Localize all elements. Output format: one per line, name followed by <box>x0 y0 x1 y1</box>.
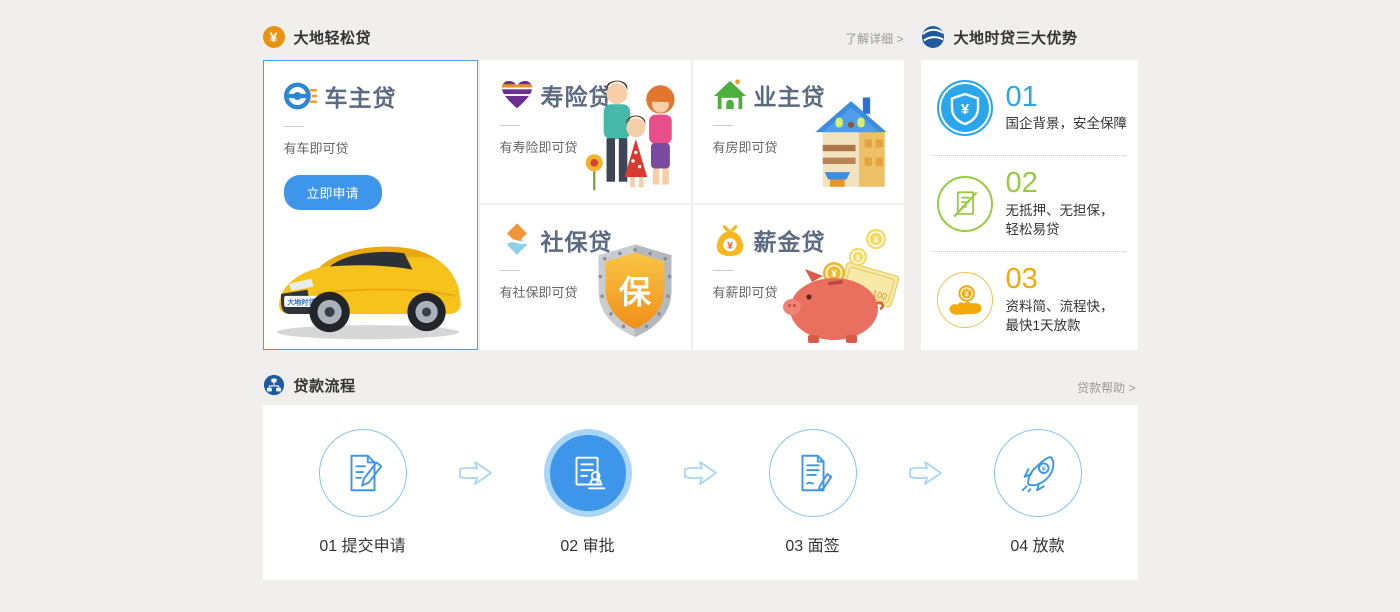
svg-text:¥: ¥ <box>964 289 969 298</box>
no-collateral-icon <box>937 176 993 232</box>
loan-help-link[interactable]: 贷款帮助 > <box>1077 379 1135 396</box>
product-card-property-loan[interactable]: 业主贷 有房即可贷 <box>693 60 904 203</box>
learn-more-link[interactable]: 了解详细 > <box>845 30 903 47</box>
advantage-item-1: ¥ 01 国企背景，安全保障 <box>921 60 1138 155</box>
advantage-text: 轻松易贷 <box>1006 220 1114 240</box>
advantage-text: 国企背景，安全保障 <box>1006 114 1128 134</box>
advantage-number: 03 <box>1006 263 1114 296</box>
step-label: 01 提交申请 <box>319 532 405 556</box>
family-illustration <box>581 73 685 201</box>
document-pen-icon <box>769 429 857 517</box>
hand-coin-icon: ¥ <box>937 272 993 328</box>
advantage-text: 无抵押、无担保， <box>1006 201 1114 221</box>
yellow-car-illustration: 大地时贷 <box>267 209 474 347</box>
step-submit-application: 01 提交申请 <box>319 429 407 556</box>
step-approval: 02 审批 <box>544 429 632 556</box>
shield-yuan-icon: ¥ <box>937 80 993 136</box>
striped-heart-icon <box>500 78 534 112</box>
document-pencil-icon <box>319 429 407 517</box>
piggy-bank-illustration: 100 ¥ ¥ ¥ <box>778 227 902 348</box>
step-label: 02 审批 <box>560 532 614 556</box>
advantages-title: 大地时贷三大优势 <box>954 27 1078 48</box>
advantage-number: 02 <box>1006 167 1114 200</box>
product-card-car-loan[interactable]: 车主贷 有车即可贷 立即申请 大地时贷 <box>263 60 478 350</box>
rocket-yuan-icon: ¥ <box>994 429 1082 517</box>
product-card-life-insurance-loan[interactable]: 寿险贷 有寿险即可贷 <box>480 60 691 203</box>
divider <box>713 125 733 126</box>
process-title: 贷款流程 <box>294 375 356 396</box>
divider <box>713 270 733 271</box>
page-content: ¥ 大地轻松贷 了解详细 > 大地时贷三大优势 <box>263 0 1138 612</box>
product-card-salary-loan[interactable]: ¥ 薪金贷 有薪即可贷 100 ¥ ¥ <box>693 205 904 350</box>
step-label: 04 放款 <box>1010 532 1064 556</box>
svg-text:¥: ¥ <box>855 254 860 263</box>
step-interview-signing: 03 面签 <box>769 429 857 556</box>
green-house-icon <box>713 78 747 112</box>
svg-text:¥: ¥ <box>873 235 878 245</box>
product-subtitle: 有车即可贷 <box>284 138 477 157</box>
loan-process-panel: 01 提交申请 02 审批 <box>263 405 1138 580</box>
house-illustration <box>810 92 892 199</box>
advantage-item-2: 02 无抵押、无担保， 轻松易贷 <box>921 156 1138 251</box>
easy-loan-header: ¥ 大地轻松贷 <box>263 24 372 50</box>
svg-text:¥: ¥ <box>727 241 733 252</box>
divider <box>500 125 520 126</box>
arrow-right-icon <box>455 458 495 488</box>
arrow-right-icon <box>905 458 945 488</box>
apply-now-button[interactable]: 立即申请 <box>284 175 382 210</box>
divider <box>500 270 520 271</box>
shield-illustration: 保 <box>595 241 675 346</box>
money-bag-icon: ¥ <box>713 223 747 257</box>
dadi-swirl-logo-icon <box>921 25 945 49</box>
svg-text:保: 保 <box>619 275 652 311</box>
double-diamond-icon <box>500 223 534 257</box>
advantages-panel: ¥ 01 国企背景，安全保障 <box>921 60 1138 350</box>
advantage-text: 资料简、流程快， <box>1006 297 1114 317</box>
step-disbursement: ¥ 04 放款 <box>994 429 1082 556</box>
yuan-coin-icon: ¥ <box>263 26 285 48</box>
product-card-social-security-loan[interactable]: 社保贷 有社保即可贷 <box>480 205 691 350</box>
process-header: 贷款流程 <box>263 372 356 398</box>
advantage-text: 最快1天放款 <box>1006 316 1114 336</box>
steering-wheel-icon <box>284 79 318 113</box>
advantage-item-3: ¥ 03 资料简、流程快， 最快1天放款 <box>921 252 1138 347</box>
flow-chart-icon <box>263 374 285 396</box>
advantage-number: 01 <box>1006 81 1128 114</box>
step-label: 03 面签 <box>785 532 839 556</box>
product-title: 车主贷 <box>325 79 397 113</box>
svg-text:¥: ¥ <box>1041 464 1046 473</box>
svg-text:¥: ¥ <box>960 101 969 118</box>
easy-loan-title: 大地轻松贷 <box>294 27 372 48</box>
document-stamp-icon <box>544 429 632 517</box>
arrow-right-icon <box>680 458 720 488</box>
advantages-header: 大地时贷三大优势 <box>921 24 1078 50</box>
divider <box>284 126 304 127</box>
